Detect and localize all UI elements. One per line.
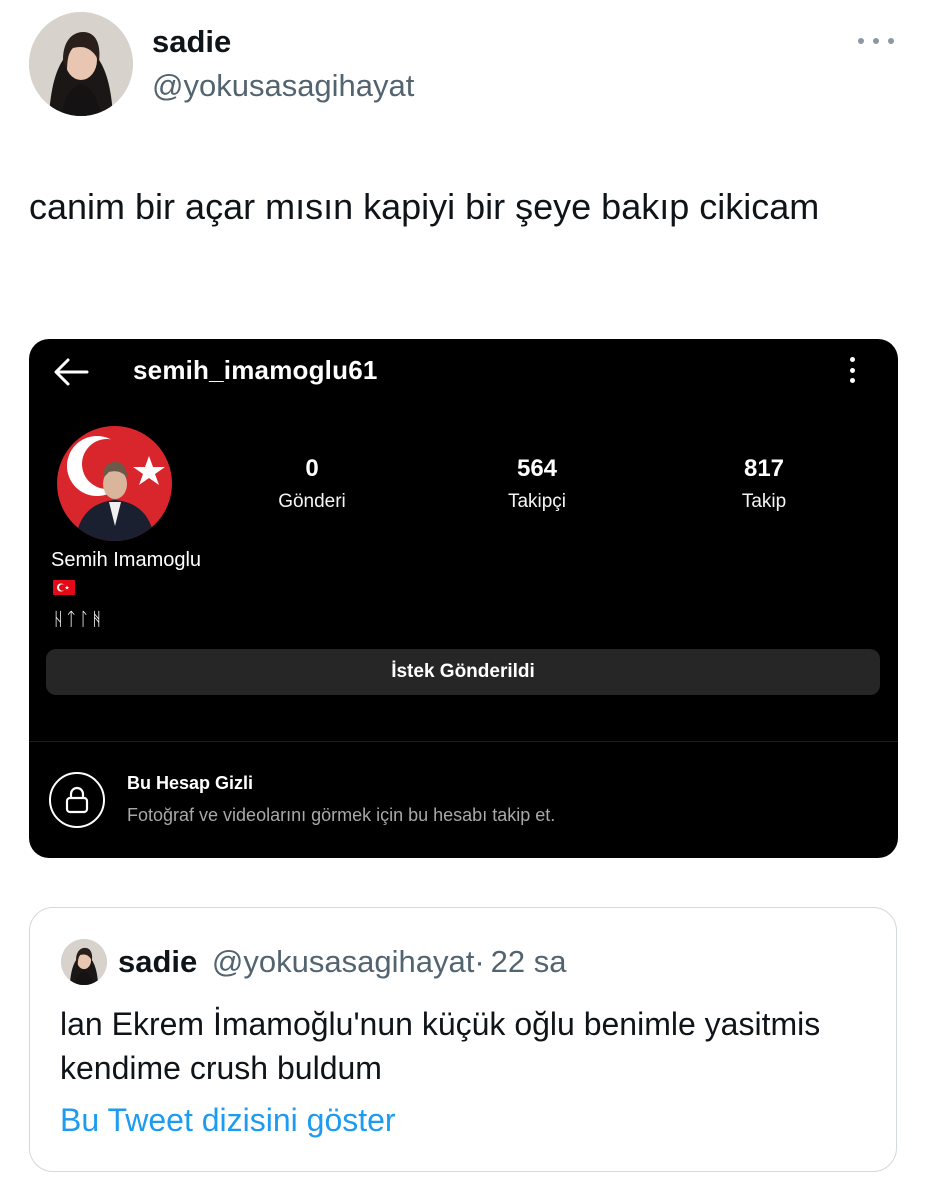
- dot: [888, 38, 894, 44]
- author-handle[interactable]: @yokusasagihayat: [152, 68, 414, 104]
- stat-label: Gönderi: [278, 491, 346, 512]
- divider: [29, 741, 898, 742]
- separator-dot: ·: [474, 944, 485, 979]
- back-arrow-icon: [53, 357, 89, 387]
- turkish-flag-icon: [53, 580, 75, 595]
- quoted-author-handle: @yokusasagihayat: [211, 944, 475, 979]
- quoted-timestamp: 22 sa: [490, 944, 567, 979]
- ig-full-name: Semih Imamoglu: [51, 549, 202, 571]
- tweet-text: canim bir açar mısın kapiyi bir şeye bak…: [29, 186, 820, 227]
- stat-value: 0: [305, 455, 319, 482]
- ig-username: semih_imamoglu61: [133, 355, 378, 385]
- quoted-tweet[interactable]: sadie @yokusasagihayat· 22 sa lan Ekrem İ…: [29, 907, 897, 1172]
- ig-stat-followers: 564 Takipçi: [462, 455, 612, 513]
- more-vertical-icon: [847, 357, 857, 383]
- private-account-description: Fotoğraf ve videolarını görmek için bu h…: [127, 805, 556, 825]
- quoted-author-name: sadie: [118, 944, 198, 979]
- dot: [849, 378, 855, 383]
- quoted-author-avatar: [61, 939, 107, 985]
- ig-stat-posts: 0 Gönderi: [237, 455, 387, 513]
- stat-value: 817: [743, 455, 785, 482]
- author-avatar[interactable]: [29, 12, 133, 116]
- author-name[interactable]: sadie: [152, 24, 231, 60]
- quoted-tweet-text: lan Ekrem İmamoğlu'nun küçük oğlu beniml…: [60, 1006, 821, 1086]
- request-sent-button: İstek Gönderildi: [46, 649, 880, 695]
- stat-value: 564: [516, 455, 558, 482]
- quoted-tweet-header: sadie @yokusasagihayat· 22 sa: [118, 944, 566, 980]
- stat-label: Takipçi: [507, 491, 567, 512]
- dot: [858, 38, 864, 44]
- show-thread-link[interactable]: Bu Tweet dizisini göster: [60, 1102, 396, 1139]
- private-account-title: Bu Hesap Gizli: [127, 773, 254, 793]
- stat-label: Takip: [741, 491, 787, 512]
- ig-stat-following: 817 Takip: [689, 455, 839, 513]
- dot: [873, 38, 879, 44]
- ig-profile-picture: [57, 426, 172, 541]
- more-horizontal-icon[interactable]: [858, 26, 894, 56]
- lock-icon: [49, 772, 105, 828]
- ig-bio: ᚺᛏᛚᚻ: [53, 609, 105, 630]
- attached-image-instagram-profile[interactable]: semih_imamoglu61 0 Gönderi 564 Takipçi 8…: [29, 339, 898, 858]
- dot: [849, 367, 855, 373]
- dot: [849, 357, 855, 362]
